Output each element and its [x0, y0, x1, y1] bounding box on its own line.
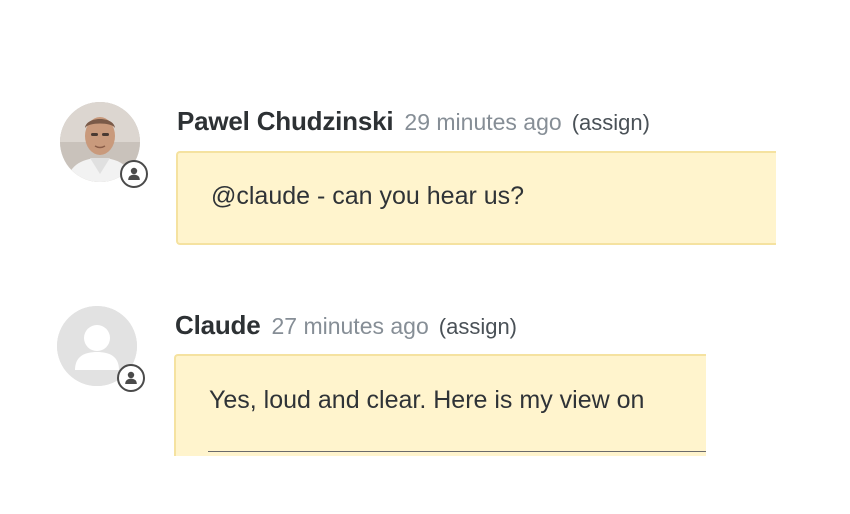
comment-body: @claude - can you hear us? [176, 151, 776, 245]
comment-text: Yes, loud and clear. Here is my view on [209, 386, 645, 414]
comment-author[interactable]: Claude [175, 310, 261, 341]
comment-text: @claude - can you hear us? [211, 182, 525, 210]
comment-timestamp: 29 minutes ago [404, 109, 562, 135]
assign-link[interactable]: (assign) [572, 110, 650, 136]
comment-header: Claude 27 minutes ago (assign) [175, 310, 517, 341]
comment-author[interactable]: Pawel Chudzinski [177, 106, 394, 137]
assign-link[interactable]: (assign) [439, 314, 517, 340]
comment-header: Pawel Chudzinski 29 minutes ago (assign) [177, 106, 650, 137]
person-badge-icon [117, 364, 145, 392]
avatar[interactable] [57, 306, 145, 392]
avatar[interactable] [60, 102, 148, 188]
comment-body: Yes, loud and clear. Here is my view on [174, 354, 706, 456]
comment-timestamp: 27 minutes ago [271, 313, 429, 339]
divider [208, 451, 706, 452]
person-badge-icon [120, 160, 148, 188]
